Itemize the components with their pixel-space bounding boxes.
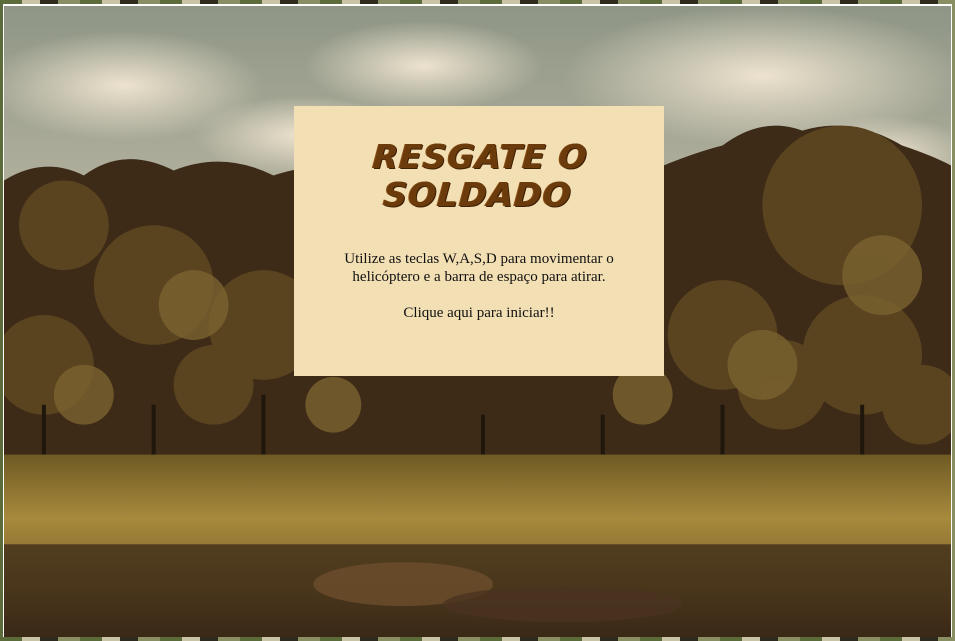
page-background: RESGATE O SOLDADO Utilize as teclas W,A,… [0,0,955,641]
instructions-text: Utilize as teclas W,A,S,D para movimenta… [344,251,614,285]
game-area[interactable]: RESGATE O SOLDADO Utilize as teclas W,A,… [3,4,952,637]
start-game-button[interactable]: Clique aqui para iniciar!! [294,304,664,322]
game-title: RESGATE O SOLDADO [371,137,590,214]
start-panel[interactable]: RESGATE O SOLDADO Utilize as teclas W,A,… [294,106,664,376]
